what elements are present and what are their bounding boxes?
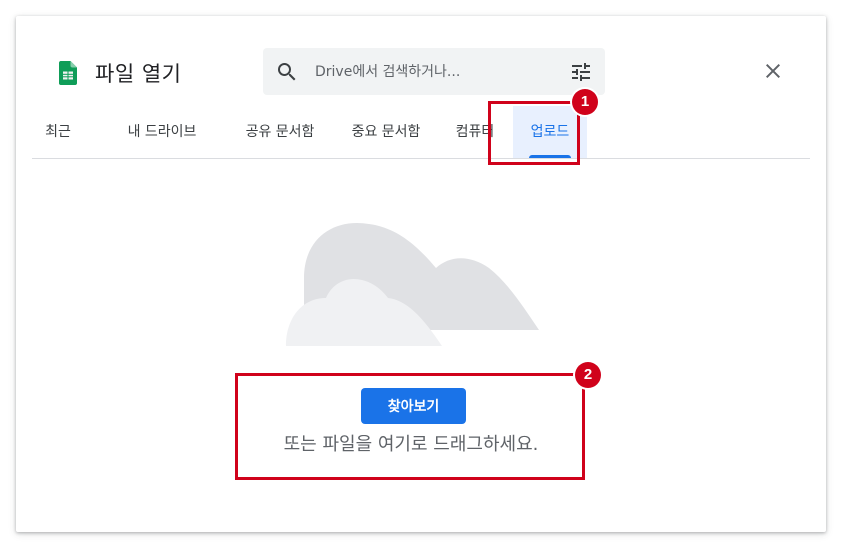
tab-label: 공유 문서함 [245,124,315,140]
tab-label: 중요 문서함 [351,124,421,140]
tab-label: 최근 [45,124,71,140]
tab-shared-with-me[interactable]: 공유 문서함 [238,106,322,158]
annotation-badge-2: 2 [575,362,601,388]
tab-bar: 최근 내 드라이브 공유 문서함 중요 문서함 컴퓨터 업로드 [32,106,810,159]
tab-label: 내 드라이브 [127,124,197,140]
annotation-box-1 [488,101,580,165]
close-icon[interactable] [761,59,785,83]
tab-starred[interactable]: 중요 문서함 [344,106,428,158]
annotation-box-2 [235,373,585,480]
cloud-illustration [284,208,544,348]
search-icon[interactable] [275,60,299,84]
annotation-badge-1: 1 [572,89,598,115]
tune-icon[interactable] [569,60,593,84]
dialog-title: 파일 열기 [95,62,182,86]
dialog-header: 파일 열기 [59,57,181,89]
google-sheets-icon [59,61,77,85]
search-input[interactable] [315,60,545,84]
tab-recent[interactable]: 최근 [40,106,76,158]
tab-my-drive[interactable]: 내 드라이브 [114,106,210,158]
search-box[interactable] [263,48,605,95]
